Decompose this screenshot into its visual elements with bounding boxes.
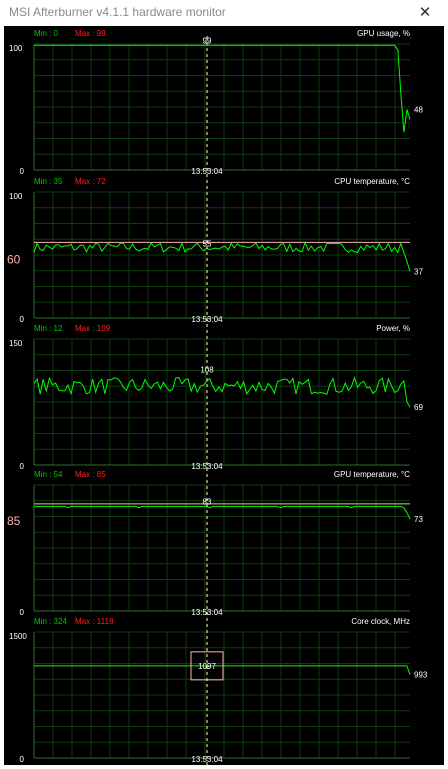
- min-label: Min : 12: [34, 324, 63, 333]
- series-line: [33, 240, 411, 272]
- graph-title: CPU temperature, °C: [334, 177, 410, 186]
- window-title: MSI Afterburner v4.1.1 hardware monitor: [9, 5, 226, 19]
- y-min-label: 0: [20, 315, 25, 324]
- y-max-label: 150: [9, 339, 23, 348]
- threshold-label: 60: [7, 252, 21, 266]
- max-label: Max : 85: [75, 470, 106, 479]
- max-label: Max : 1118: [75, 617, 114, 626]
- title-bar: MSI Afterburner v4.1.1 hardware monitor …: [0, 0, 448, 26]
- y-max-label: 1500: [9, 632, 27, 641]
- current-value-label: 48: [414, 106, 423, 115]
- graph-title: Power, %: [376, 324, 410, 333]
- monitor-graphs[interactable]: 1000Min : 0 Max : 99 GPU usage, %13:53:049…: [4, 26, 444, 765]
- series-line: [33, 376, 411, 408]
- y-min-label: 0: [20, 608, 25, 617]
- min-label: Min : 324: [34, 617, 67, 626]
- y-max-label: 100: [9, 44, 23, 53]
- threshold-label: 85: [7, 514, 21, 528]
- min-label: Min : 54: [34, 470, 63, 479]
- series-line: [34, 665, 411, 675]
- graph-title: GPU temperature, °C: [334, 470, 410, 479]
- current-value-label: 993: [414, 671, 428, 680]
- series-line: [34, 505, 411, 520]
- y-min-label: 0: [20, 462, 25, 471]
- graph-title: Core clock, MHz: [351, 617, 410, 626]
- current-value-label: 37: [414, 267, 423, 276]
- close-icon[interactable]: ✕: [402, 0, 448, 26]
- y-min-label: 0: [20, 167, 25, 176]
- graph-title: GPU usage, %: [357, 29, 410, 38]
- max-label: Max : 99: [75, 29, 106, 38]
- current-value-label: 73: [414, 515, 423, 524]
- max-label: Max : 72: [75, 177, 106, 186]
- min-label: Min : 0: [34, 29, 59, 38]
- monitor-panel: 100 0 Min : 0 Max : 99 GPU usage, % 13:53:04 9…: [4, 26, 444, 765]
- y-min-label: 0: [20, 755, 25, 764]
- min-label: Min : 35: [34, 177, 63, 186]
- current-value-label: 69: [414, 403, 423, 412]
- y-max-label: 100: [9, 192, 23, 201]
- max-label: Max : 109: [75, 324, 111, 333]
- series-line: [34, 44, 411, 133]
